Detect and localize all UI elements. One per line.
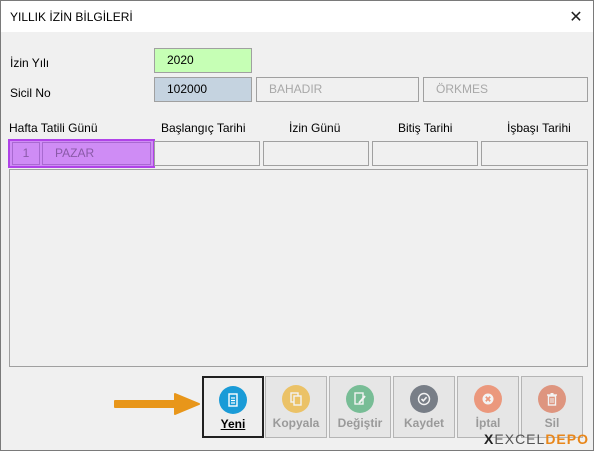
cancel-icon	[474, 385, 502, 413]
logo-excel: EXCEL	[494, 431, 546, 447]
last-name-field: ÖRKMES	[423, 77, 588, 102]
header-hafta-tatili: Hafta Tatili Günü	[9, 121, 98, 135]
sil-button[interactable]: Sil	[521, 376, 583, 438]
row-number: 1	[12, 142, 40, 165]
edit-icon	[346, 385, 374, 413]
bitis-tarihi-field[interactable]	[372, 141, 478, 166]
izin-yili-label: İzin Yılı	[10, 56, 50, 70]
baslangic-tarihi-field[interactable]	[154, 141, 260, 166]
hafta-tatili-field[interactable]: PAZAR	[42, 142, 151, 165]
header-baslangic: Başlangıç Tarihi	[161, 121, 246, 135]
records-list[interactable]	[9, 169, 588, 367]
check-icon	[410, 385, 438, 413]
iptal-label: İptal	[475, 416, 501, 430]
degistir-label: Değiştir	[337, 416, 383, 430]
header-isbasi: İşbaşı Tarihi	[507, 121, 571, 135]
copy-icon	[282, 385, 310, 413]
hafta-tatili-highlight: 1 PAZAR	[8, 139, 155, 168]
close-button[interactable]: ✕	[559, 1, 593, 32]
logo-x: X	[484, 431, 495, 447]
izin-yili-field[interactable]: 2020	[154, 48, 252, 73]
yeni-button[interactable]: Yeni	[202, 376, 264, 438]
kopyala-button[interactable]: Kopyala	[265, 376, 327, 438]
first-name-field: BAHADIR	[256, 77, 419, 102]
yeni-label: Yeni	[220, 417, 246, 431]
dialog-window: YILLIK İZİN BİLGİLERİ ✕ İzin Yılı 2020 S…	[0, 0, 594, 451]
sicil-no-label: Sicil No	[10, 86, 51, 100]
iptal-button[interactable]: İptal	[457, 376, 519, 438]
kopyala-label: Kopyala	[272, 416, 320, 430]
izin-gunu-field[interactable]	[263, 141, 369, 166]
document-icon	[219, 386, 247, 414]
logo-depo: DEPO	[545, 431, 589, 447]
excel-depo-logo: XEXCELDEPO	[484, 431, 589, 447]
sil-label: Sil	[544, 416, 560, 430]
header-bitis: Bitiş Tarihi	[398, 121, 453, 135]
arrow-right-icon	[114, 393, 200, 415]
kaydet-button[interactable]: Kaydet	[393, 376, 455, 438]
trash-icon	[538, 385, 566, 413]
sicil-no-field[interactable]: 102000	[154, 77, 252, 102]
degistir-button[interactable]: Değiştir	[329, 376, 391, 438]
kaydet-label: Kaydet	[403, 416, 444, 430]
window-title: YILLIK İZİN BİLGİLERİ	[10, 10, 133, 24]
isbasi-tarihi-field[interactable]	[481, 141, 588, 166]
title-bar: YILLIK İZİN BİLGİLERİ ✕	[1, 1, 593, 32]
header-izin-gunu: İzin Günü	[289, 121, 341, 135]
